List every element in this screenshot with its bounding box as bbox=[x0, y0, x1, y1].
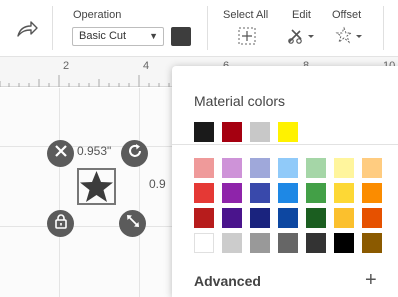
color-swatch[interactable] bbox=[278, 233, 298, 253]
lock-handle[interactable] bbox=[47, 210, 74, 237]
grid-line bbox=[139, 88, 140, 297]
grid-line bbox=[59, 88, 60, 297]
material-colors-title: Material colors bbox=[194, 93, 286, 109]
color-swatch[interactable] bbox=[194, 233, 214, 253]
color-swatch[interactable] bbox=[306, 183, 326, 203]
select-all-icon[interactable] bbox=[236, 25, 258, 47]
share-arrow-icon[interactable] bbox=[14, 18, 40, 40]
color-swatch[interactable] bbox=[306, 233, 326, 253]
lock-icon bbox=[54, 213, 68, 234]
toolbar-divider bbox=[383, 6, 384, 50]
delete-handle[interactable] bbox=[47, 140, 74, 167]
color-swatch[interactable] bbox=[250, 158, 270, 178]
ruler-label: 4 bbox=[143, 60, 150, 72]
color-swatch[interactable] bbox=[306, 208, 326, 228]
color-swatch[interactable] bbox=[278, 208, 298, 228]
color-swatch[interactable] bbox=[250, 233, 270, 253]
toolbar-divider bbox=[207, 6, 208, 50]
operation-value: Basic Cut bbox=[79, 30, 127, 42]
color-swatch[interactable] bbox=[278, 158, 298, 178]
edit-tools-icon[interactable] bbox=[286, 25, 316, 47]
color-swatch[interactable] bbox=[222, 233, 242, 253]
height-readout: 0.9 bbox=[149, 177, 166, 191]
select-all-label: Select All bbox=[223, 9, 269, 21]
star-shape[interactable] bbox=[79, 170, 114, 203]
color-swatch[interactable] bbox=[194, 183, 214, 203]
resize-handle[interactable] bbox=[119, 210, 146, 237]
advanced-label: Advanced bbox=[194, 273, 261, 289]
chevron-down-icon: ▼ bbox=[149, 31, 158, 41]
color-swatch[interactable] bbox=[222, 208, 242, 228]
width-readout: 0.953" bbox=[77, 144, 112, 158]
color-swatch[interactable] bbox=[250, 183, 270, 203]
color-swatch[interactable] bbox=[194, 158, 214, 178]
toolbar: Operation Basic Cut ▼ Select All Edit Of… bbox=[0, 0, 398, 57]
color-swatch[interactable] bbox=[334, 183, 354, 203]
color-swatch[interactable] bbox=[362, 208, 382, 228]
color-swatch[interactable] bbox=[362, 158, 382, 178]
offset-icon[interactable] bbox=[333, 25, 365, 47]
color-swatch[interactable] bbox=[334, 158, 354, 178]
operation-label: Operation bbox=[73, 9, 122, 21]
color-swatch[interactable] bbox=[334, 233, 354, 253]
color-swatch[interactable] bbox=[306, 158, 326, 178]
popup-divider bbox=[172, 144, 398, 145]
color-swatch[interactable] bbox=[194, 122, 214, 142]
color-swatch[interactable] bbox=[250, 208, 270, 228]
color-swatch[interactable] bbox=[222, 158, 242, 178]
color-swatch[interactable] bbox=[222, 183, 242, 203]
color-swatch[interactable] bbox=[222, 122, 242, 142]
expand-advanced-button[interactable]: + bbox=[365, 269, 377, 292]
ruler-label: 2 bbox=[63, 60, 70, 72]
color-swatch[interactable] bbox=[278, 183, 298, 203]
operation-select[interactable]: Basic Cut ▼ bbox=[72, 27, 164, 46]
edit-label: Edit bbox=[292, 9, 311, 21]
rotate-handle[interactable] bbox=[121, 140, 148, 167]
rotate-icon bbox=[127, 143, 143, 164]
toolbar-divider bbox=[52, 6, 53, 50]
color-swatch[interactable] bbox=[250, 122, 270, 142]
material-colors-popup: Material colors Advanced + bbox=[172, 66, 398, 297]
close-icon bbox=[54, 144, 68, 163]
color-swatch[interactable] bbox=[362, 183, 382, 203]
color-swatch[interactable] bbox=[278, 122, 298, 142]
color-swatch[interactable] bbox=[362, 233, 382, 253]
resize-arrows-icon bbox=[125, 213, 141, 234]
color-swatch[interactable] bbox=[334, 208, 354, 228]
offset-label: Offset bbox=[332, 9, 362, 21]
color-swatch[interactable] bbox=[194, 208, 214, 228]
operation-color-swatch[interactable] bbox=[171, 27, 191, 46]
